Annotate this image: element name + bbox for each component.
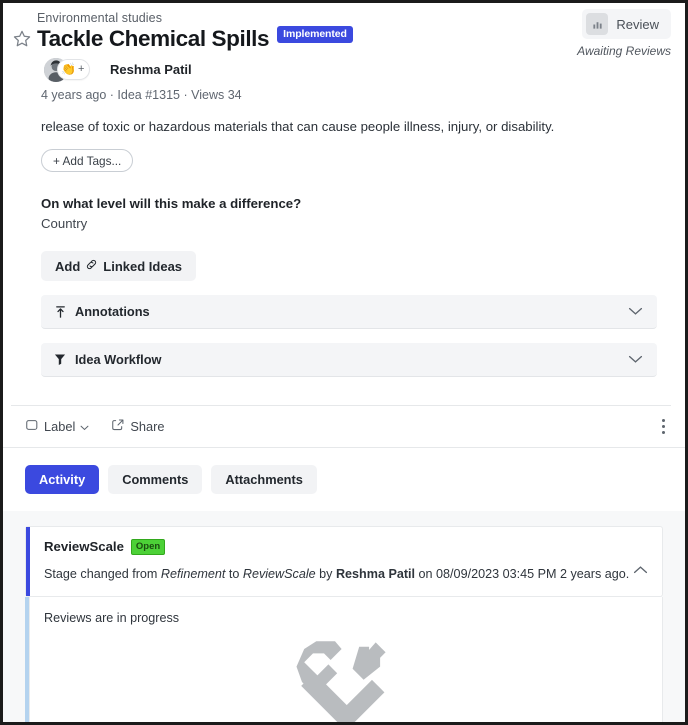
chevron-down-icon[interactable] (628, 303, 643, 321)
question-value: Country (41, 216, 88, 232)
log-to-stage: ReviewScale (242, 566, 316, 581)
kebab-menu-icon[interactable] (658, 415, 669, 438)
activity-status-badge: Open (130, 539, 166, 555)
question-label: On what level will this make a differenc… (41, 196, 302, 212)
status-badge: Implemented (277, 26, 353, 44)
add-reaction-plus: + (77, 62, 85, 75)
log-user: Reshma Patil (335, 566, 416, 581)
accordion-idea-workflow-label: Idea Workflow (75, 352, 162, 368)
review-button-label: Review (616, 16, 659, 32)
review-section: Review Awaiting Reviews (577, 9, 671, 58)
review-button[interactable]: Review (582, 9, 671, 39)
reviews-progress-text: Reviews are in progress (44, 610, 180, 625)
accordion-idea-workflow[interactable]: Idea Workflow (41, 343, 657, 378)
star-outline-icon[interactable] (11, 28, 33, 50)
log-suffix: on 08/09/2023 03:45 PM 2 years ago. (415, 566, 630, 581)
header: Review Awaiting Reviews Environmental st… (3, 3, 685, 407)
tab-attachments[interactable]: Attachments (211, 465, 317, 495)
add-linked-ideas-suffix: Linked Ideas (103, 258, 183, 274)
log-by: by (315, 566, 336, 581)
share-export-icon (111, 418, 125, 435)
avatar-group: 👏 + (44, 57, 100, 82)
author-name[interactable]: Reshma Patil (110, 62, 192, 77)
filter-funnel-icon (52, 353, 68, 366)
accordion-annotations[interactable]: Annotations (41, 295, 657, 330)
share-button[interactable]: Share (111, 418, 164, 435)
activity-log-text: Stage changed from Refinement to ReviewS… (44, 566, 648, 584)
share-button-text: Share (130, 419, 165, 435)
idea-meta: 4 years ago · Idea #1315 · Views 34 (41, 87, 242, 102)
label-button-text: Label (44, 419, 76, 435)
activity-continuation: Reviews are in progress (25, 596, 663, 722)
chevron-up-icon[interactable] (633, 561, 648, 579)
add-linked-ideas-button[interactable]: Add Linked Ideas (41, 251, 197, 282)
clap-emoji-icon: 👏 (61, 62, 76, 77)
activity-continuation-body: Reviews are in progress (29, 596, 663, 722)
activity-stage-title: ReviewScale (44, 539, 124, 555)
action-toolbar: Label Share (3, 406, 685, 449)
tools-hammer-wrench-icon (291, 627, 401, 722)
chevron-down-icon[interactable] (628, 351, 643, 369)
idea-description: release of toxic or hazardous materials … (41, 118, 555, 134)
add-tags-button[interactable]: + Add Tags... (41, 149, 134, 173)
tab-comments[interactable]: Comments (108, 465, 203, 495)
title-row: Tackle Chemical Spills Implemented (11, 26, 671, 52)
author-row: 👏 + Reshma Patil (44, 57, 671, 82)
annotation-arrow-icon (52, 305, 68, 319)
activity-entry: ReviewScale Open Stage changed from Refi… (25, 526, 663, 597)
label-button[interactable]: Label (25, 418, 89, 435)
bar-chart-icon (586, 13, 609, 35)
activity-panel: ReviewScale Open Stage changed from Refi… (3, 511, 685, 722)
log-mid: to (225, 566, 243, 581)
chevron-down-icon (80, 419, 89, 434)
log-from-stage: Refinement (160, 566, 226, 581)
tag-icon (25, 418, 39, 435)
reaction-pill[interactable]: 👏 + (57, 58, 91, 80)
add-linked-ideas-prefix: Add (55, 258, 81, 274)
page-title: Tackle Chemical Spills (37, 26, 270, 51)
activity-entry-body: ReviewScale Open Stage changed from Refi… (30, 527, 662, 596)
idea-detail-panel: Review Awaiting Reviews Environmental st… (0, 0, 688, 725)
accordion-annotations-label: Annotations (75, 304, 150, 320)
link-icon (85, 258, 98, 274)
activity-title-row: ReviewScale Open (44, 539, 648, 555)
breadcrumb[interactable]: Environmental studies (37, 11, 671, 25)
tab-bar: Activity Comments Attachments (3, 448, 685, 511)
awaiting-reviews-text: Awaiting Reviews (577, 44, 671, 58)
tab-activity[interactable]: Activity (25, 465, 100, 495)
divider (11, 405, 671, 407)
log-prefix: Stage changed from (44, 566, 161, 581)
